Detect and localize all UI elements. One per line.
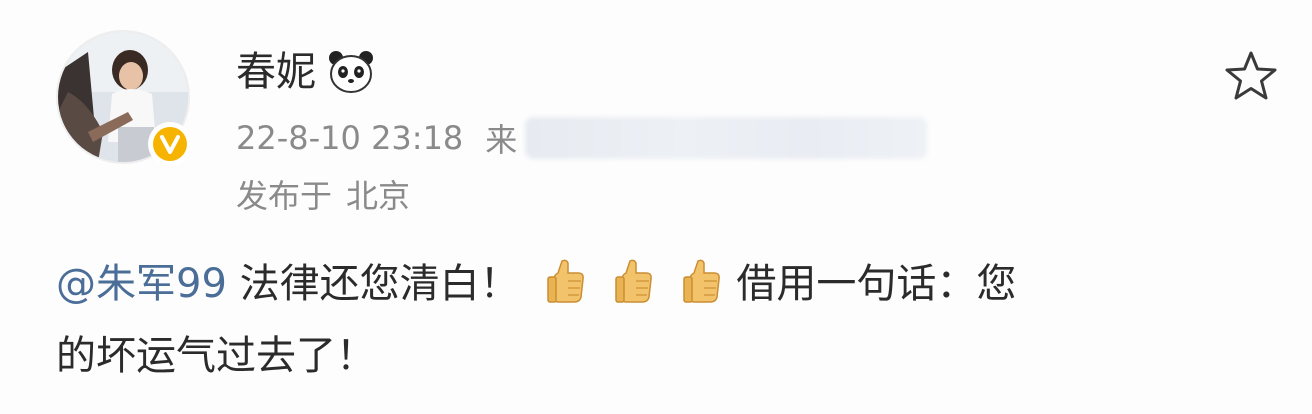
blurred-source [525, 117, 928, 159]
thumbs-up-icon [547, 259, 585, 303]
thumbs-up-icon [683, 259, 721, 303]
content-line-2: 的坏运气过去了！ [56, 320, 1252, 392]
thumbs-up-icon [615, 259, 653, 303]
username[interactable]: 春妮 [236, 42, 316, 102]
star-icon[interactable] [1224, 50, 1278, 102]
post-content: @朱军99 法律还您清白！ 借用一句话：您 的坏运气过去了！ [56, 248, 1252, 392]
verified-badge [148, 122, 192, 166]
location-label: 发布于 [236, 177, 333, 215]
content-text-2: 借用一句话：您 [736, 261, 1017, 307]
content-line-1: @朱军99 法律还您清白！ 借用一句话：您 [56, 248, 1252, 320]
post-source-prefix: 来 [485, 121, 518, 159]
mention-link[interactable]: @朱军99 [56, 261, 227, 307]
username-row: 春妮 [236, 42, 374, 102]
post-location: 发布于 北京 [236, 168, 410, 220]
content-text-3: 的坏运气过去了！ [56, 333, 376, 379]
avatar-container[interactable] [56, 30, 192, 166]
post-meta: 22-8-10 23:18 来 [236, 112, 928, 164]
thumbs-up-group [520, 259, 737, 307]
post-timestamp: 22-8-10 23:18 [236, 119, 464, 157]
weibo-post: 春妮 22-8-10 23:18 来 发布于 北京 @朱军99 法律还您清白！ … [0, 0, 1312, 414]
panda-icon [329, 51, 373, 93]
verified-v-icon [153, 127, 187, 161]
location-value: 北京 [346, 177, 411, 215]
content-text-1: 法律还您清白！ [239, 261, 520, 307]
